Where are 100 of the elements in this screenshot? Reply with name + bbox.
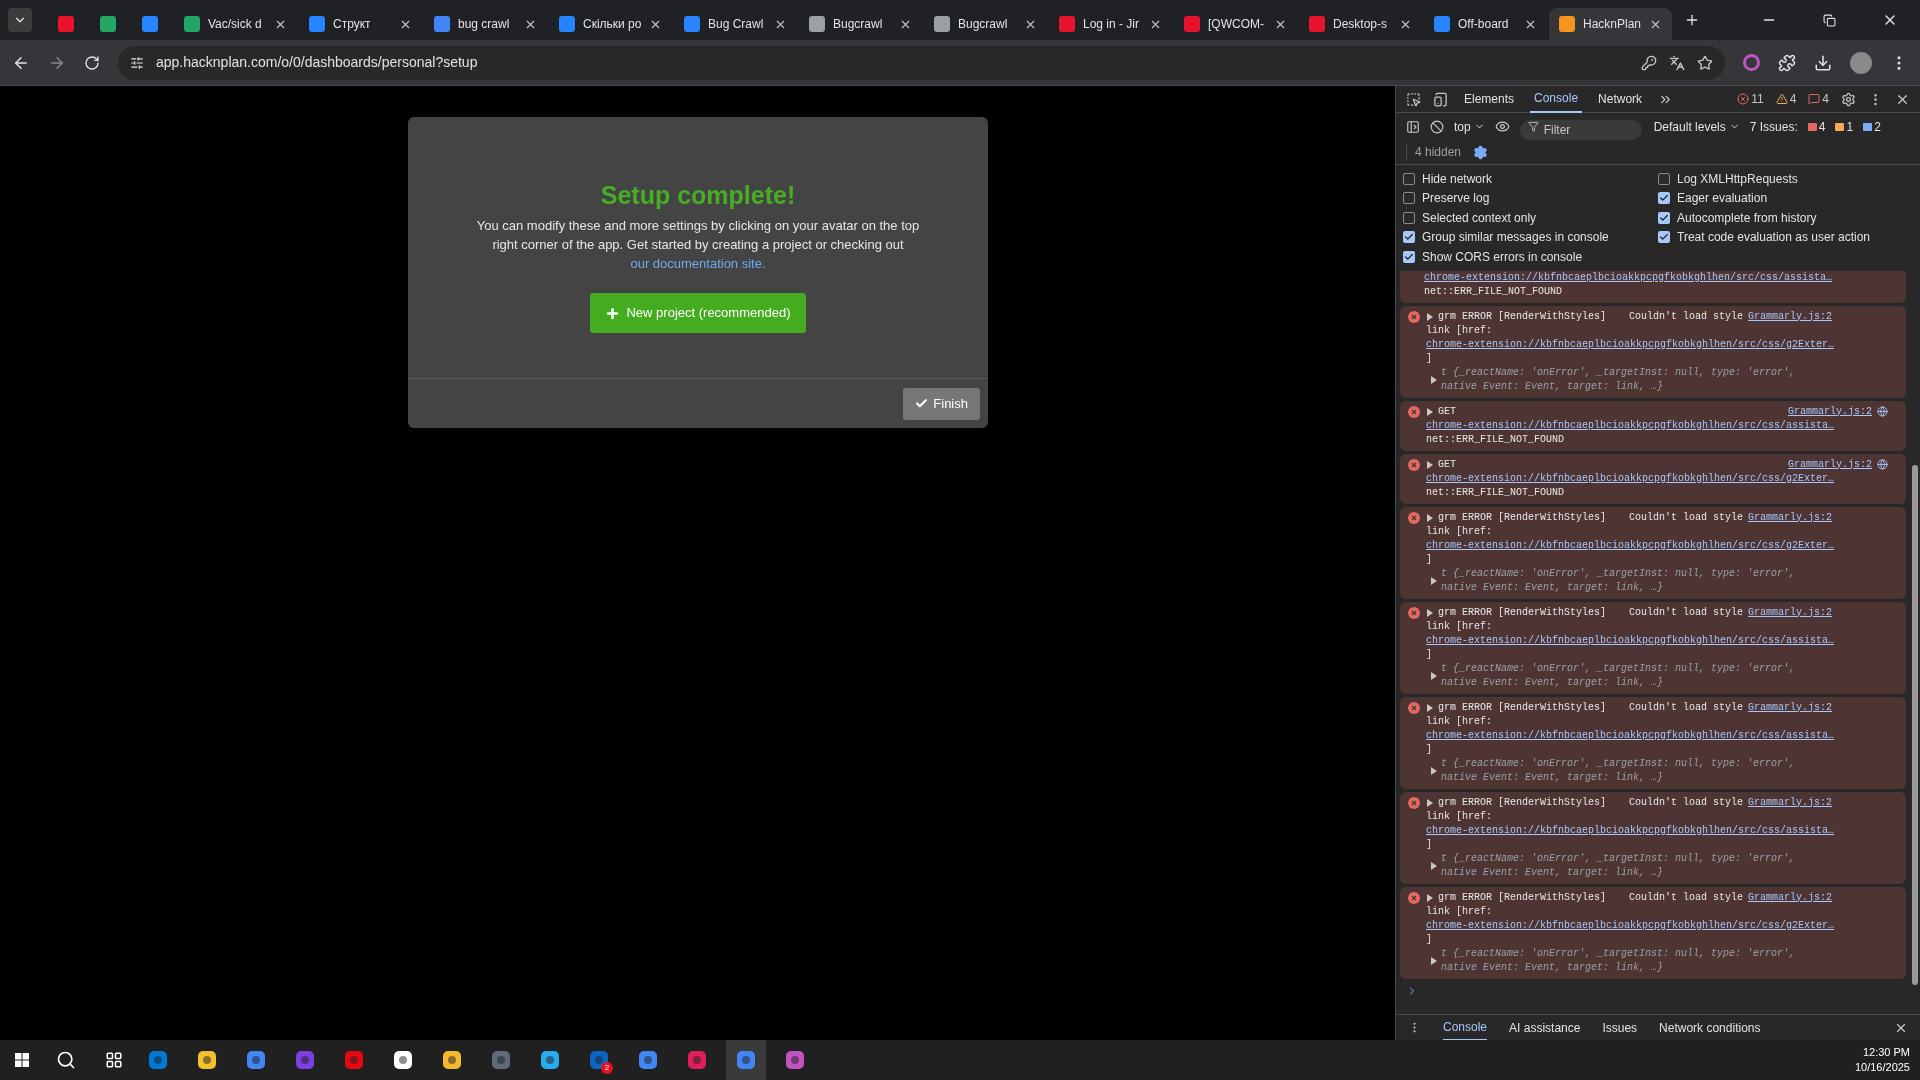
issue-count[interactable]: 1	[1835, 117, 1854, 136]
browser-tab[interactable]: bug crawl	[424, 8, 547, 40]
browser-tab[interactable]: Структ	[299, 8, 422, 40]
expand-arrow-icon[interactable]	[1426, 513, 1433, 522]
checkbox[interactable]	[1403, 250, 1415, 263]
source-link[interactable]: Grammarly.js:2	[1748, 510, 1833, 525]
browser-tab[interactable]: [QWCOM-	[1174, 8, 1297, 40]
network-icon[interactable]	[1877, 406, 1888, 417]
sidebar-icon[interactable]	[1406, 119, 1420, 134]
context-dropdown[interactable]: top	[1454, 117, 1485, 136]
download-icon[interactable]	[1814, 53, 1832, 72]
bookmark-icon[interactable]	[1697, 54, 1713, 71]
issues-label[interactable]: 7 Issues:	[1749, 117, 1798, 136]
settings-icon[interactable]	[1841, 91, 1856, 107]
object-preview[interactable]: t {_reactName: 'onError', _targetInst: null, type: 'error', native Event: Event, target: link, …}	[1441, 946, 1831, 975]
expand-arrow-icon[interactable]	[1430, 576, 1437, 585]
drawer-tab[interactable]: Network conditions	[1659, 1014, 1761, 1041]
object-preview[interactable]: t {_reactName: 'onError', _targetInst: null, type: 'error', native Event: Event, target: link, …}	[1441, 661, 1831, 690]
extension-icon[interactable]	[1743, 54, 1760, 71]
issue-count[interactable]: 4	[1807, 117, 1826, 136]
issue-count[interactable]: 4	[1822, 90, 1829, 108]
checkbox[interactable]	[1403, 211, 1415, 224]
search-icon[interactable]	[56, 1050, 76, 1070]
expand-arrow-icon[interactable]	[1430, 861, 1437, 870]
eye-icon[interactable]	[1494, 119, 1510, 134]
checkbox[interactable]	[1403, 231, 1415, 244]
taskbar-app[interactable]: 2	[579, 1040, 619, 1080]
url-link[interactable]: chrome-extension://kbfnbcaeplbcioakkpcpgfkobkghlhen/src/css/assista…	[1426, 728, 1898, 743]
object-preview[interactable]: t {_reactName: 'onError', _targetInst: null, type: 'error', native Event: Event, target: link, …}	[1441, 756, 1831, 785]
url-link[interactable]: chrome-extension://kbfnbcaeplbcioakkpcpgfkobkghlhen/src/css/g2Exter…	[1426, 538, 1898, 553]
documentation-link[interactable]: our documentation site.	[630, 256, 766, 271]
filter-field[interactable]: Filter	[1519, 119, 1642, 140]
expand-arrow-icon[interactable]	[1430, 766, 1437, 775]
new-tab-icon[interactable]	[1684, 12, 1700, 28]
task-view-icon[interactable]	[105, 1051, 123, 1069]
error-count[interactable]: 11	[1751, 90, 1764, 108]
checkbox[interactable]	[1658, 172, 1670, 185]
levels-dropdown[interactable]: Default levels	[1653, 117, 1740, 136]
browser-tab[interactable]: Vac/sick d	[174, 8, 297, 40]
translate-icon[interactable]	[1669, 54, 1685, 71]
expand-arrow-icon[interactable]	[1426, 312, 1433, 321]
browser-tab[interactable]: Bugcrawl	[799, 8, 922, 40]
checkbox[interactable]	[1658, 192, 1670, 205]
expand-arrow-icon[interactable]	[1430, 956, 1437, 965]
object-preview[interactable]: t {_reactName: 'onError', _targetInst: null, type: 'error', native Event: Event, target: link, …}	[1441, 365, 1831, 394]
expand-arrow-icon[interactable]	[1426, 608, 1433, 617]
url-link[interactable]: chrome-extension://kbfnbcaeplbcioakkpcpgfkobkghlhen/src/css/assista…	[1426, 418, 1898, 433]
network-icon[interactable]	[1877, 459, 1888, 470]
expand-arrow-icon[interactable]	[1430, 671, 1437, 680]
inspect-icon[interactable]	[1406, 91, 1421, 107]
object-preview[interactable]: t {_reactName: 'onError', _targetInst: null, type: 'error', native Event: Event, target: link, …}	[1441, 851, 1831, 880]
checkbox[interactable]	[1403, 172, 1415, 185]
devtools-tab[interactable]: Network	[1594, 85, 1647, 113]
expand-arrow-icon[interactable]	[1426, 407, 1433, 416]
devtools-tab[interactable]: Console	[1530, 85, 1583, 113]
browser-tab[interactable]: Desktop-s	[1299, 8, 1422, 40]
url-link[interactable]: chrome-extension://kbfnbcaeplbcioakkpcpgfkobkghlhen/src/css/assista…	[1426, 633, 1898, 648]
finish-button[interactable]: Finish	[903, 387, 980, 420]
checkbox[interactable]	[1658, 231, 1670, 244]
reload-icon[interactable]	[84, 54, 100, 71]
issue-count[interactable]: 2	[1863, 117, 1881, 136]
expand-arrow-icon[interactable]	[1426, 893, 1433, 902]
source-link[interactable]: Grammarly.js:2	[1748, 890, 1833, 905]
url-link[interactable]: chrome-extension://kbfnbcaeplbcioakkpcpgfkobkghlhen/src/css/g2Exter…	[1426, 918, 1898, 933]
warning-count[interactable]: 4	[1789, 90, 1797, 108]
source-link[interactable]: Grammarly.js:2	[1748, 309, 1833, 324]
source-link[interactable]: Grammarly.js:2	[1788, 404, 1872, 419]
settings-icon[interactable]	[1473, 144, 1489, 160]
url-link[interactable]: chrome-extension://kbfnbcaeplbcioakkpcpgfkobkghlhen/src/css/assista…	[1424, 270, 1898, 285]
browser-tab[interactable]: Log in - Jir	[1049, 8, 1172, 40]
tab-search-button[interactable]	[8, 8, 32, 32]
browser-tab[interactable]: Bug Crawl	[674, 8, 797, 40]
expand-arrow-icon[interactable]	[1426, 798, 1433, 807]
browser-tab[interactable]: Bugcrawl	[924, 8, 1047, 40]
restore-icon[interactable]	[1823, 13, 1836, 27]
url-link[interactable]: chrome-extension://kbfnbcaeplbcioakkpcpgfkobkghlhen/src/css/g2Exter…	[1426, 471, 1898, 486]
clear-icon[interactable]	[1430, 119, 1444, 134]
devtools-tab[interactable]: Elements	[1460, 85, 1519, 113]
avatar-icon[interactable]	[1850, 51, 1872, 74]
expand-arrow-icon[interactable]	[1426, 460, 1433, 469]
source-link[interactable]: Grammarly.js:2	[1748, 605, 1833, 620]
device-toolbar-icon[interactable]	[1433, 91, 1448, 107]
source-link[interactable]: Grammarly.js:2	[1748, 700, 1833, 715]
key-icon[interactable]	[1641, 54, 1657, 71]
expand-arrow-icon[interactable]	[1426, 703, 1433, 712]
checkbox[interactable]	[1658, 211, 1670, 224]
url-link[interactable]: chrome-extension://kbfnbcaeplbcioakkpcpgfkobkghlhen/src/css/g2Exter…	[1426, 337, 1898, 352]
browser-tab[interactable]: HacknPlan	[1549, 8, 1672, 40]
url-link[interactable]: chrome-extension://kbfnbcaeplbcioakkpcpgfkobkghlhen/src/css/assista…	[1426, 823, 1898, 838]
drawer-tab[interactable]: Issues	[1602, 1014, 1638, 1041]
browser-tab[interactable]: Скільки ро	[549, 8, 672, 40]
drawer-tab[interactable]: AI assistance	[1509, 1014, 1581, 1041]
site-info-icon[interactable]	[130, 55, 144, 70]
object-preview[interactable]: t {_reactName: 'onError', _targetInst: null, type: 'error', native Event: Event, target: link, …}	[1441, 566, 1831, 595]
address-bar[interactable]: app.hacknplan.com/o/0/dashboards/personal?setup	[118, 45, 1725, 80]
browser-tab[interactable]: Off-board	[1424, 8, 1547, 40]
source-link[interactable]: Grammarly.js:2	[1788, 457, 1872, 472]
expand-arrow-icon[interactable]	[1430, 375, 1437, 384]
source-link[interactable]: Grammarly.js:2	[1748, 795, 1833, 810]
extensions-icon[interactable]	[1778, 53, 1796, 72]
